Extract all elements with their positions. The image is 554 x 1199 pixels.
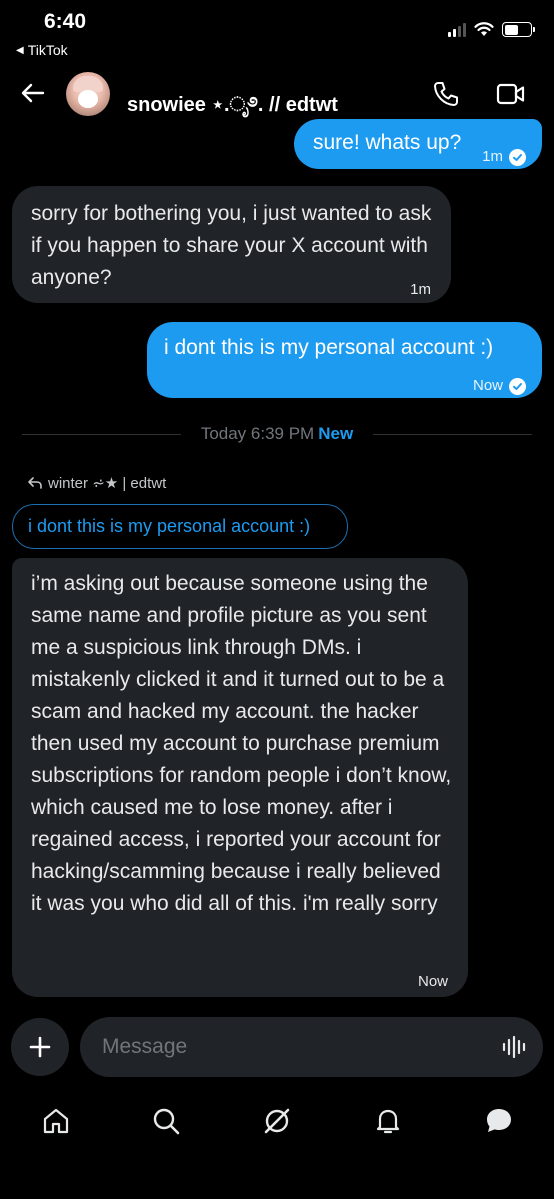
wifi-icon — [474, 22, 494, 36]
voice-message-icon[interactable] — [501, 1034, 527, 1060]
quoted-text: i dont this is my personal account :) — [28, 516, 311, 536]
cellular-signal-icon — [448, 22, 466, 37]
reply-header: winter ⩫★ | edtwt — [28, 474, 166, 492]
divider-line — [22, 433, 181, 435]
seen-check-icon — [509, 148, 526, 166]
video-call-icon[interactable] — [496, 82, 526, 106]
plus-icon — [29, 1036, 51, 1058]
new-messages-divider: Today 6:39 PM New — [22, 424, 532, 444]
message-input[interactable] — [102, 1031, 482, 1063]
message-meta: Now — [418, 966, 448, 998]
back-to-app-link[interactable]: ◀ TikTok — [16, 42, 68, 58]
nav-grok[interactable] — [260, 1104, 294, 1138]
search-icon — [153, 1108, 180, 1135]
message-time: Now — [417, 973, 448, 990]
message-text: i dont this is my personal account :) — [164, 336, 494, 359]
back-arrow-icon[interactable] — [20, 80, 46, 106]
notifications-icon — [376, 1109, 400, 1134]
status-time: 6:40 — [44, 10, 87, 33]
message-time: 1m — [482, 148, 503, 165]
add-attachment-button[interactable] — [11, 1018, 69, 1076]
message-composer — [80, 1017, 543, 1077]
back-app-label: TikTok — [27, 42, 68, 58]
status-icons — [448, 22, 535, 37]
home-icon — [43, 1108, 69, 1134]
bottom-navigation — [0, 1098, 554, 1148]
phone-call-icon[interactable] — [432, 80, 460, 108]
reply-author: winter ⩫★ | edtwt — [48, 475, 167, 492]
nav-home[interactable] — [39, 1104, 73, 1138]
reply-arrow-icon — [28, 477, 42, 489]
message-meta: 1m — [410, 274, 431, 306]
message-meta: Now — [473, 370, 526, 402]
seen-check-icon — [509, 377, 526, 395]
message-meta: 1m — [482, 141, 526, 173]
message-bubble-outgoing[interactable]: sure! whats up? 1m — [294, 119, 542, 169]
nav-search[interactable] — [149, 1104, 183, 1138]
divider-label: Today 6:39 PM New — [181, 424, 373, 444]
messages-icon — [487, 1109, 511, 1132]
quoted-message[interactable]: i dont this is my personal account :) — [12, 504, 348, 549]
new-label: New — [318, 424, 354, 443]
message-bubble-outgoing[interactable]: i dont this is my personal account :) No… — [147, 322, 542, 398]
back-triangle-icon: ◀ — [16, 44, 24, 56]
battery-icon — [502, 22, 535, 37]
message-time: 1m — [410, 281, 431, 298]
message-text: sure! whats up? — [313, 131, 462, 154]
nav-notifications[interactable] — [371, 1104, 405, 1138]
divider-timestamp: Today 6:39 PM — [200, 424, 315, 443]
message-bubble-incoming[interactable]: sorry for bothering you, i just wanted t… — [12, 186, 451, 303]
nav-messages[interactable] — [482, 1104, 516, 1138]
message-text: i’m asking out because someone using the… — [31, 572, 452, 915]
divider-line — [373, 433, 532, 435]
message-time: Now — [472, 377, 503, 394]
conversation-header: snowiee ⋆.ೃ࿔. // edtwt — [0, 68, 554, 120]
avatar[interactable] — [66, 72, 110, 116]
message-bubble-incoming[interactable]: i’m asking out because someone using the… — [12, 558, 468, 997]
message-text: sorry for bothering you, i just wanted t… — [31, 202, 432, 289]
grok-icon — [264, 1108, 290, 1134]
